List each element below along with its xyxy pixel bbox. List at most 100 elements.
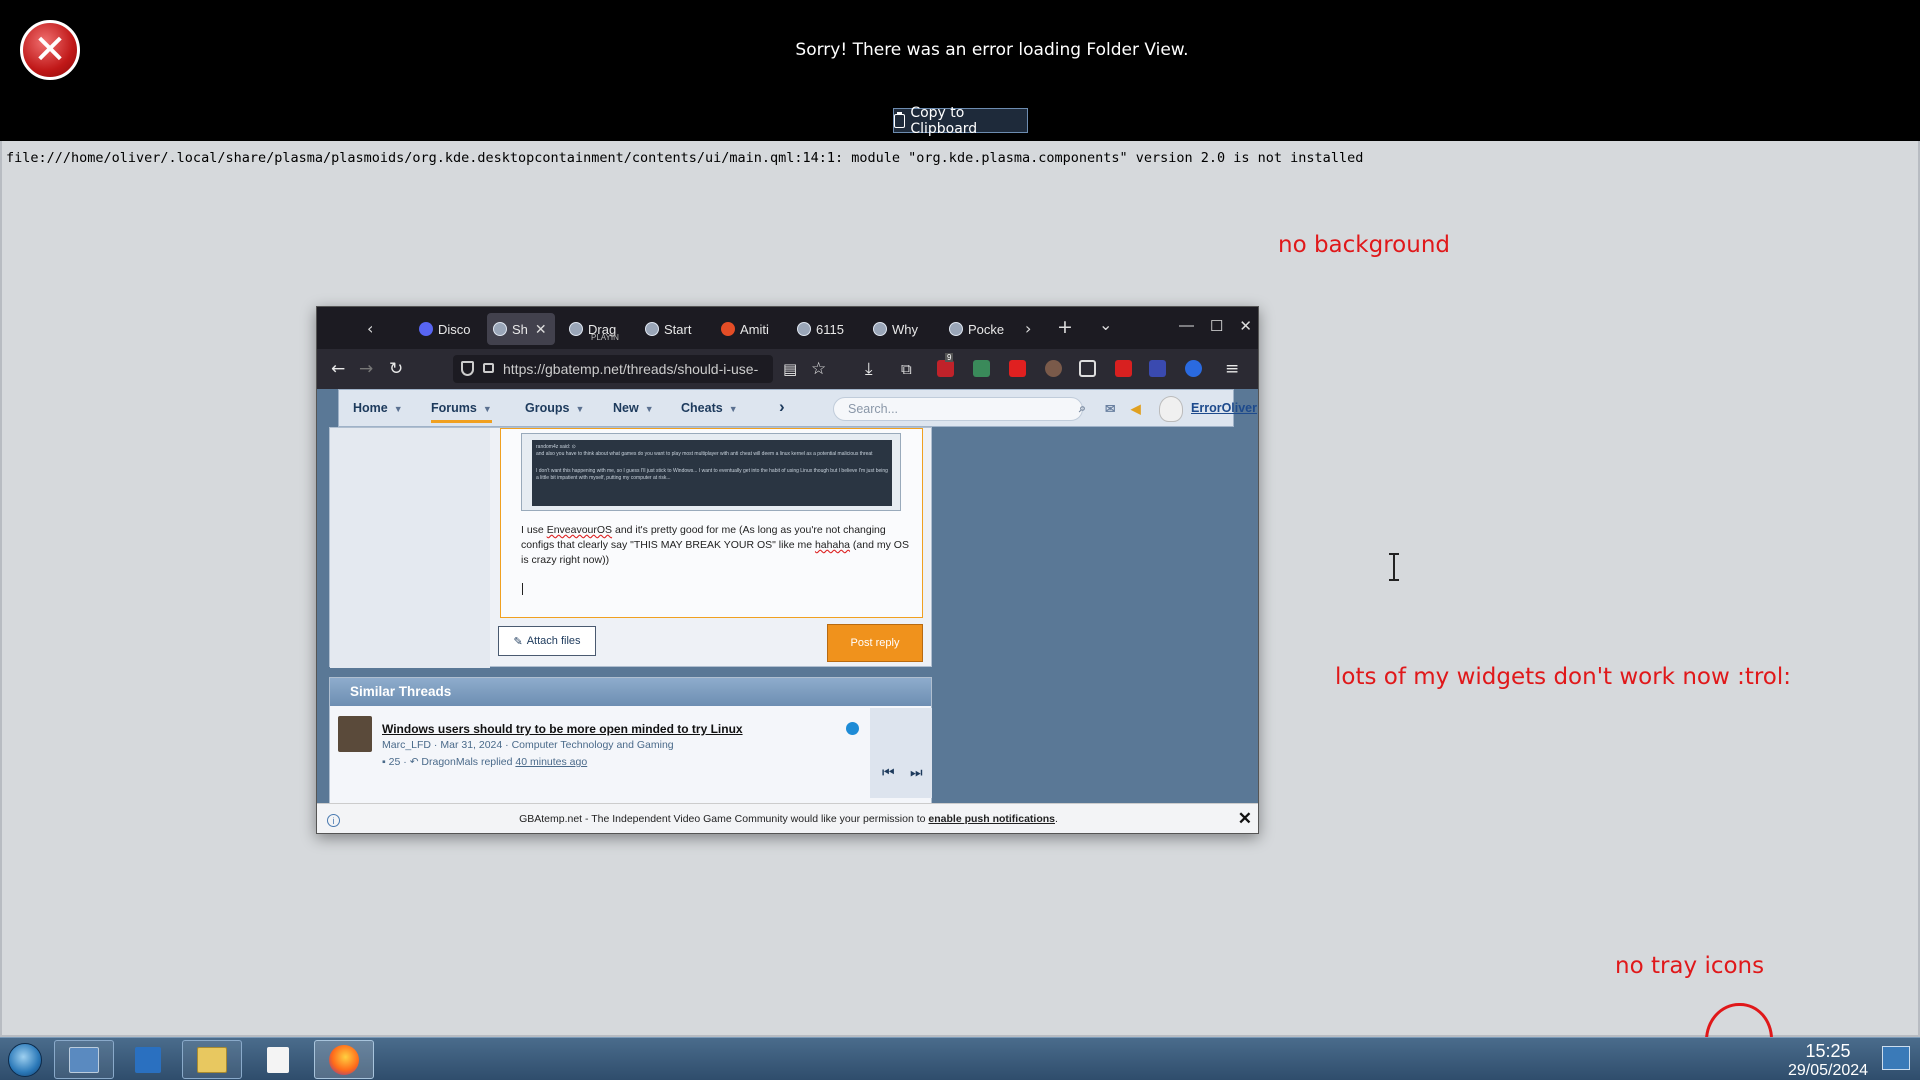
quoted-image: random4z said: ⊙ and also you have to th…	[521, 433, 901, 511]
close-window-button[interactable]: ✕	[1239, 317, 1252, 335]
web-page: Home ▼ Forums ▼ Groups ▼ New ▼ Cheats ▼ › Sea…	[317, 389, 1258, 833]
close-push-bar-button[interactable]: ✕	[1238, 809, 1252, 829]
maximize-button[interactable]: ☐	[1210, 317, 1223, 335]
folder-icon	[197, 1046, 227, 1073]
taskbar-text-editor[interactable]	[248, 1040, 308, 1079]
tab-pocket[interactable]: Pocke	[943, 313, 1015, 345]
attach-files-label: Attach files	[526, 635, 581, 647]
paperclip-icon: ✎	[513, 635, 523, 648]
copy-button-label: Copy to Clipboard	[910, 104, 978, 137]
taskbar-file-manager[interactable]	[182, 1040, 242, 1079]
url-text[interactable]: https://gbatemp.net/threads/should-i-use…	[503, 361, 758, 377]
tracking-protection-icon[interactable]	[461, 361, 474, 376]
nav-home[interactable]: Home ▼	[353, 401, 403, 415]
tab-active[interactable]: Sh ✕	[487, 313, 555, 345]
clipboard-icon	[894, 111, 906, 128]
nav-groups[interactable]: Groups ▼	[525, 401, 584, 415]
extension-blue-circle-icon[interactable]	[1185, 360, 1202, 377]
quoted-screenshot: random4z said: ⊙ and also you have to th…	[532, 440, 892, 506]
tab-scroll-left-icon[interactable]: ‹	[367, 319, 373, 338]
amiti-icon	[721, 322, 735, 336]
url-bar[interactable]: https://gbatemp.net/threads/should-i-use…	[453, 355, 773, 383]
post-reply-label: Post reply	[850, 637, 900, 649]
thread-meta: Marc_LFD · Mar 31, 2024 · Computer Techn…	[382, 739, 674, 751]
downloads-icon[interactable]: ⤓	[865, 359, 873, 379]
tab-label: Start	[664, 321, 692, 337]
username-link[interactable]: ErrorOliver	[1191, 401, 1257, 415]
clock[interactable]: 15:25 29/05/2024	[1780, 1041, 1876, 1080]
similar-threads-header[interactable]: Similar Threads	[330, 678, 931, 706]
taskbar-firefox[interactable]	[314, 1040, 374, 1079]
previous-icon[interactable]: ⏮	[882, 764, 895, 781]
nav-more-arrow-icon[interactable]: ›	[779, 397, 785, 417]
firefox-icon	[329, 1044, 359, 1075]
minimize-button[interactable]: —	[1179, 317, 1194, 335]
reader-view-icon[interactable]: ▤	[783, 360, 797, 378]
search-icon[interactable]: ⌕	[1079, 401, 1086, 416]
attach-files-button[interactable]: ✎ Attach files	[498, 626, 596, 656]
tab-close-icon[interactable]: ✕	[535, 321, 547, 338]
gbatemp-icon	[493, 322, 507, 336]
editor-text[interactable]: I use EnveavourOS and it's pretty good f…	[521, 523, 911, 568]
alerts-icon[interactable]: ◀	[1131, 401, 1141, 416]
ublock-icon[interactable]	[937, 360, 954, 377]
tab-sublabel: PLAYIN	[591, 333, 619, 342]
start-menu-icon[interactable]	[8, 1043, 42, 1077]
push-notification-text: GBAtemp.net - The Independent Video Game…	[519, 813, 1058, 825]
tab-label: Why	[892, 321, 918, 337]
mail-icon[interactable]: ✉	[1105, 401, 1115, 416]
error-banner: ✕ Sorry! There was an error loading Fold…	[0, 0, 1920, 141]
extension-face-icon[interactable]	[1045, 360, 1062, 377]
reload-button[interactable]: ↻	[389, 359, 403, 379]
reply-editor[interactable]: random4z said: ⊙ and also you have to th…	[500, 428, 923, 618]
tab-list-button[interactable]: ⌄	[1099, 315, 1112, 334]
enable-push-link[interactable]: enable push notifications	[928, 813, 1055, 825]
site-search-input[interactable]: Search...	[833, 397, 1083, 421]
extensions-icon[interactable]: ⧉	[901, 360, 912, 378]
forward-button[interactable]: →	[359, 359, 373, 379]
media-controls: ⏮ ⏭	[870, 708, 932, 798]
back-button[interactable]: ←	[331, 359, 345, 379]
tab-bar: ‹ Disco Sh ✕ Drag PLAYIN Start Amiti 611…	[317, 307, 1258, 349]
avatar[interactable]	[1159, 396, 1183, 422]
tab-label: Disco	[438, 321, 471, 337]
tab-why[interactable]: Why	[867, 313, 935, 345]
tab-scroll-right-icon[interactable]: ›	[1025, 319, 1031, 338]
extension-game-icon[interactable]	[1149, 360, 1166, 377]
extension-red-icon[interactable]	[1115, 360, 1132, 377]
copy-to-clipboard-button[interactable]: Copy to Clipboard	[893, 105, 1028, 137]
new-tab-button[interactable]: +	[1057, 316, 1073, 338]
nav-new[interactable]: New ▼	[613, 401, 654, 415]
user-sidebar	[330, 428, 490, 668]
tab-discord[interactable]: Disco	[413, 313, 477, 345]
next-icon[interactable]: ⏭	[910, 764, 923, 781]
show-desktop-button[interactable]	[1882, 1046, 1910, 1070]
tab-amiti[interactable]: Amiti	[715, 313, 783, 345]
bookmark-star-icon[interactable]: ☆	[811, 359, 826, 379]
like-icon	[846, 722, 859, 735]
nav-cheats[interactable]: Cheats ▼	[681, 401, 738, 415]
lock-icon[interactable]	[483, 363, 494, 373]
navigation-toolbar: ← → ↻ https://gbatemp.net/threads/should…	[317, 349, 1258, 389]
taskbar-terminal[interactable]	[118, 1040, 178, 1079]
post-reply-button[interactable]: Post reply	[827, 624, 923, 662]
gbatemp-icon	[645, 322, 659, 336]
tab-start[interactable]: Start	[639, 313, 707, 345]
error-title: Sorry! There was an error loading Folder…	[795, 40, 1189, 60]
desktop-icon	[69, 1046, 99, 1073]
thread-title-link[interactable]: Windows users should try to be more open…	[382, 722, 743, 736]
nav-forums[interactable]: Forums ▼	[431, 401, 492, 423]
taskbar-desktop-switcher[interactable]	[54, 1040, 114, 1079]
gbatemp-icon	[873, 322, 887, 336]
text-caret	[522, 583, 523, 595]
youtube-extension-icon[interactable]	[1009, 360, 1026, 377]
tab-label: Sh	[512, 321, 528, 337]
menu-icon[interactable]: ≡	[1225, 359, 1239, 379]
tab-6115[interactable]: 6115	[791, 313, 859, 345]
extension-glasses-icon[interactable]	[1079, 360, 1096, 377]
quote-line: I don't want this happening with me, so …	[536, 468, 888, 481]
tab-dragon[interactable]: Drag PLAYIN	[563, 313, 631, 345]
thread-author-avatar[interactable]	[338, 716, 372, 752]
extension-s-icon[interactable]	[973, 360, 990, 377]
push-notification-bar: i GBAtemp.net - The Independent Video Ga…	[317, 803, 1258, 833]
